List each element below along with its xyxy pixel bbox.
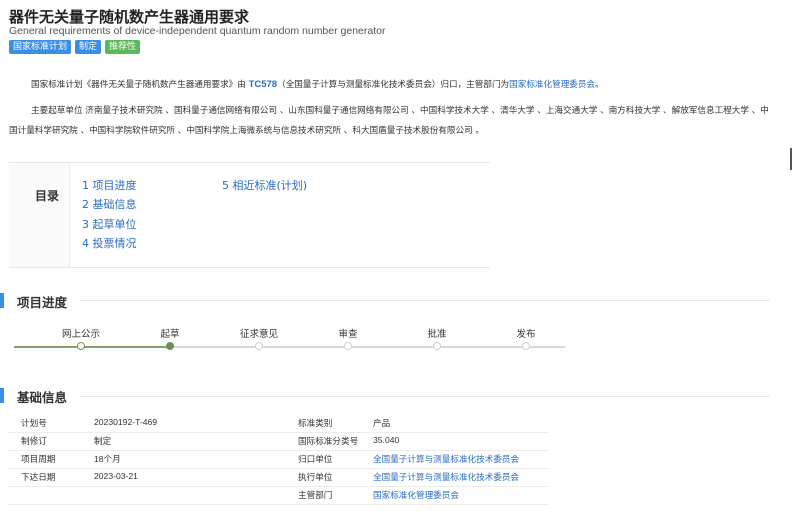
progress-section-title: 项目进度: [17, 295, 68, 310]
intro-paragraph-1: 国家标准计划《器件无关量子随机数产生器通用要求》由 TC578（全国量子计算与测…: [9, 75, 769, 95]
info-label: 制修订: [21, 437, 47, 447]
table-of-contents: 目录 1 项目进度 2 基础信息 3 起草单位 4 投票情况 5 相近标准(计划…: [9, 163, 490, 268]
section-marker: [0, 293, 4, 308]
page-subtitle: General requirements of device-independe…: [9, 25, 386, 37]
tag-formulate[interactable]: 制定: [75, 40, 102, 54]
info-label: 归口单位: [298, 455, 333, 465]
info-row: 制修订 制定 国际标准分类号 35.040: [9, 432, 549, 451]
info-value: 产品: [373, 419, 391, 429]
dept-link[interactable]: 国家标准化管理委员会: [509, 80, 595, 90]
intro-text-b: （全国量子计算与测量标准化技术委员会）归口，主管部门为: [277, 80, 510, 90]
section-divider: [80, 396, 770, 397]
info-row: 主管部门 国家标准化管理委员会: [9, 486, 549, 505]
step-label-comments: 征求意见: [239, 329, 279, 340]
info-label: 下达日期: [21, 473, 56, 483]
basic-section-title: 基础信息: [17, 390, 68, 405]
info-value: 18个月: [94, 454, 121, 464]
tag-list: 国家标准计划 制定 推荐性: [9, 40, 141, 54]
dept-link[interactable]: 国家标准化管理委员会: [373, 489, 459, 501]
toc-item-basic-info[interactable]: 2 基础信息: [82, 196, 137, 212]
info-value: 制定: [94, 437, 112, 447]
info-label: 项目周期: [21, 455, 56, 465]
step-dot-publish: [522, 342, 530, 350]
info-row: 下达日期 2023-03-21 执行单位 全国量子计算与测量标准化技术委员会: [9, 468, 549, 487]
info-value: 35.040: [373, 435, 400, 445]
toc-item-drafting-units[interactable]: 3 起草单位: [82, 216, 137, 232]
committee-link[interactable]: 全国量子计算与测量标准化技术委员会: [373, 471, 519, 483]
progress-track-pending: [170, 346, 565, 348]
step-label-review: 审查: [338, 329, 358, 340]
toc-item-voting[interactable]: 4 投票情况: [82, 235, 137, 251]
progress-track-done: [14, 346, 170, 348]
info-label: 国际标准分类号: [298, 437, 359, 447]
toc-label-panel: 目录: [9, 163, 70, 267]
toc-item-progress[interactable]: 1 项目进度: [82, 177, 137, 193]
step-label-publish: 发布: [516, 329, 536, 340]
step-label-approve: 批准: [427, 329, 447, 340]
page-title: 器件无关量子随机数产生器通用要求: [9, 8, 250, 26]
intro-text-c: 。: [595, 80, 604, 90]
section-divider: [80, 300, 770, 301]
info-label: 标准类别: [298, 419, 333, 429]
intro-paragraph-2: 主要起草单位 济南量子技术研究院 、国科量子通信网络有限公司 、山东国科量子通信…: [9, 106, 769, 136]
intro-text-a: 国家标准计划《器件无关量子随机数产生器通用要求》由: [31, 80, 249, 90]
step-dot-public: [77, 342, 85, 350]
tc-link[interactable]: TC578: [249, 79, 278, 90]
step-label-public: 网上公示: [61, 329, 101, 340]
tag-recommended[interactable]: 推荐性: [105, 40, 141, 54]
tag-national-plan[interactable]: 国家标准计划: [9, 40, 72, 54]
info-row: 计划号 20230192-T-469 标准类别 产品: [9, 414, 549, 433]
info-row: 项目周期 18个月 归口单位 全国量子计算与测量标准化技术委员会: [9, 450, 549, 469]
toc-title: 目录: [35, 189, 60, 203]
step-dot-draft: [166, 342, 174, 350]
info-value: 20230192-T-469: [94, 417, 158, 427]
toc-item-similar-standards[interactable]: 5 相近标准(计划): [222, 177, 307, 193]
info-value: 2023-03-21: [94, 471, 138, 481]
step-label-draft: 起草: [160, 329, 180, 340]
step-dot-comments: [255, 342, 263, 350]
info-label: 执行单位: [298, 473, 333, 483]
step-dot-review: [344, 342, 352, 350]
committee-link[interactable]: 全国量子计算与测量标准化技术委员会: [373, 453, 519, 465]
info-label: 主管部门: [298, 491, 333, 501]
info-label: 计划号: [21, 419, 47, 429]
section-marker: [0, 388, 4, 403]
step-dot-approve: [433, 342, 441, 350]
